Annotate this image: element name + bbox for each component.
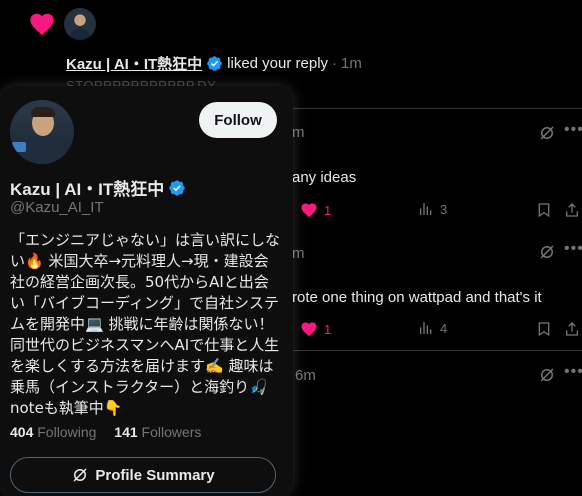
heart-icon <box>30 13 54 36</box>
following-label: Following <box>37 424 97 440</box>
profile-name[interactable]: Kazu | AI・IT熱狂中 <box>10 175 164 200</box>
notification-separator: · <box>332 55 338 72</box>
verified-badge-icon <box>207 56 222 71</box>
notification-time: 1m <box>341 55 362 72</box>
row-time: 6m <box>295 367 316 384</box>
like-count: 1 <box>324 321 332 337</box>
more-options-icon[interactable]: ••• <box>564 121 582 139</box>
following-link[interactable]: 404 Following <box>10 424 96 440</box>
like-heart-icon <box>301 203 317 218</box>
views-button[interactable]: 4 <box>418 320 447 336</box>
view-count: 4 <box>440 320 448 336</box>
profile-avatar[interactable] <box>10 100 74 164</box>
views-button[interactable]: 3 <box>418 201 447 217</box>
following-count: 404 <box>10 424 34 440</box>
followers-count: 141 <box>114 424 138 440</box>
profile-bio: 「エンジニアじゃない」は言い訳にしない🔥 米国大卒→元料理人→現・建設会社の経営… <box>10 231 281 417</box>
notification-user-name[interactable]: Kazu | AI・IT熱狂中 <box>66 53 202 74</box>
notification-line: Kazu | AI・IT熱狂中 liked your reply · 1m <box>66 53 362 74</box>
profile-name-row: Kazu | AI・IT熱狂中 <box>10 175 190 200</box>
follow-button[interactable]: Follow <box>199 102 277 138</box>
like-heart-icon <box>301 322 317 337</box>
profile-hover-card: Follow Kazu | AI・IT熱狂中 @Kazu_AI_IT 「エンジニ… <box>0 86 293 496</box>
grok-icon[interactable] <box>538 243 556 261</box>
row-time: m <box>292 245 305 262</box>
like-button[interactable]: 1 <box>300 320 331 338</box>
notification-action-text: liked your reply <box>227 55 329 72</box>
grok-icon[interactable] <box>538 366 556 384</box>
share-icon[interactable] <box>564 320 580 338</box>
followers-label: Followers <box>141 424 202 440</box>
grok-icon <box>73 468 87 482</box>
row-time: m <box>292 124 305 141</box>
profile-summary-button[interactable]: Profile Summary <box>10 457 276 493</box>
feed-row[interactable]: m ••• rote one thing on wattpad and that… <box>292 228 582 350</box>
profile-stats: 404 Following 141 Followers <box>10 424 201 440</box>
profile-summary-label: Profile Summary <box>95 466 215 484</box>
like-count: 1 <box>324 202 332 218</box>
more-options-icon[interactable]: ••• <box>564 240 582 258</box>
row-text: any ideas <box>292 169 357 186</box>
row-text: rote one thing on wattpad and that's it <box>292 289 542 306</box>
followers-link[interactable]: 141 Followers <box>114 424 201 440</box>
more-options-icon[interactable]: ••• <box>564 363 582 381</box>
grok-icon[interactable] <box>538 124 556 142</box>
profile-handle[interactable]: @Kazu_AI_IT <box>10 199 104 216</box>
notification-avatar[interactable] <box>64 8 96 40</box>
views-icon <box>420 322 432 334</box>
verified-badge-icon <box>169 179 185 196</box>
share-icon[interactable] <box>564 201 580 219</box>
like-button[interactable]: 1 <box>300 201 331 219</box>
bookmark-icon[interactable] <box>536 320 552 338</box>
feed-row[interactable]: 6m ••• <box>292 350 582 484</box>
view-count: 3 <box>440 201 448 217</box>
bookmark-icon[interactable] <box>536 201 552 219</box>
views-icon <box>420 203 432 215</box>
